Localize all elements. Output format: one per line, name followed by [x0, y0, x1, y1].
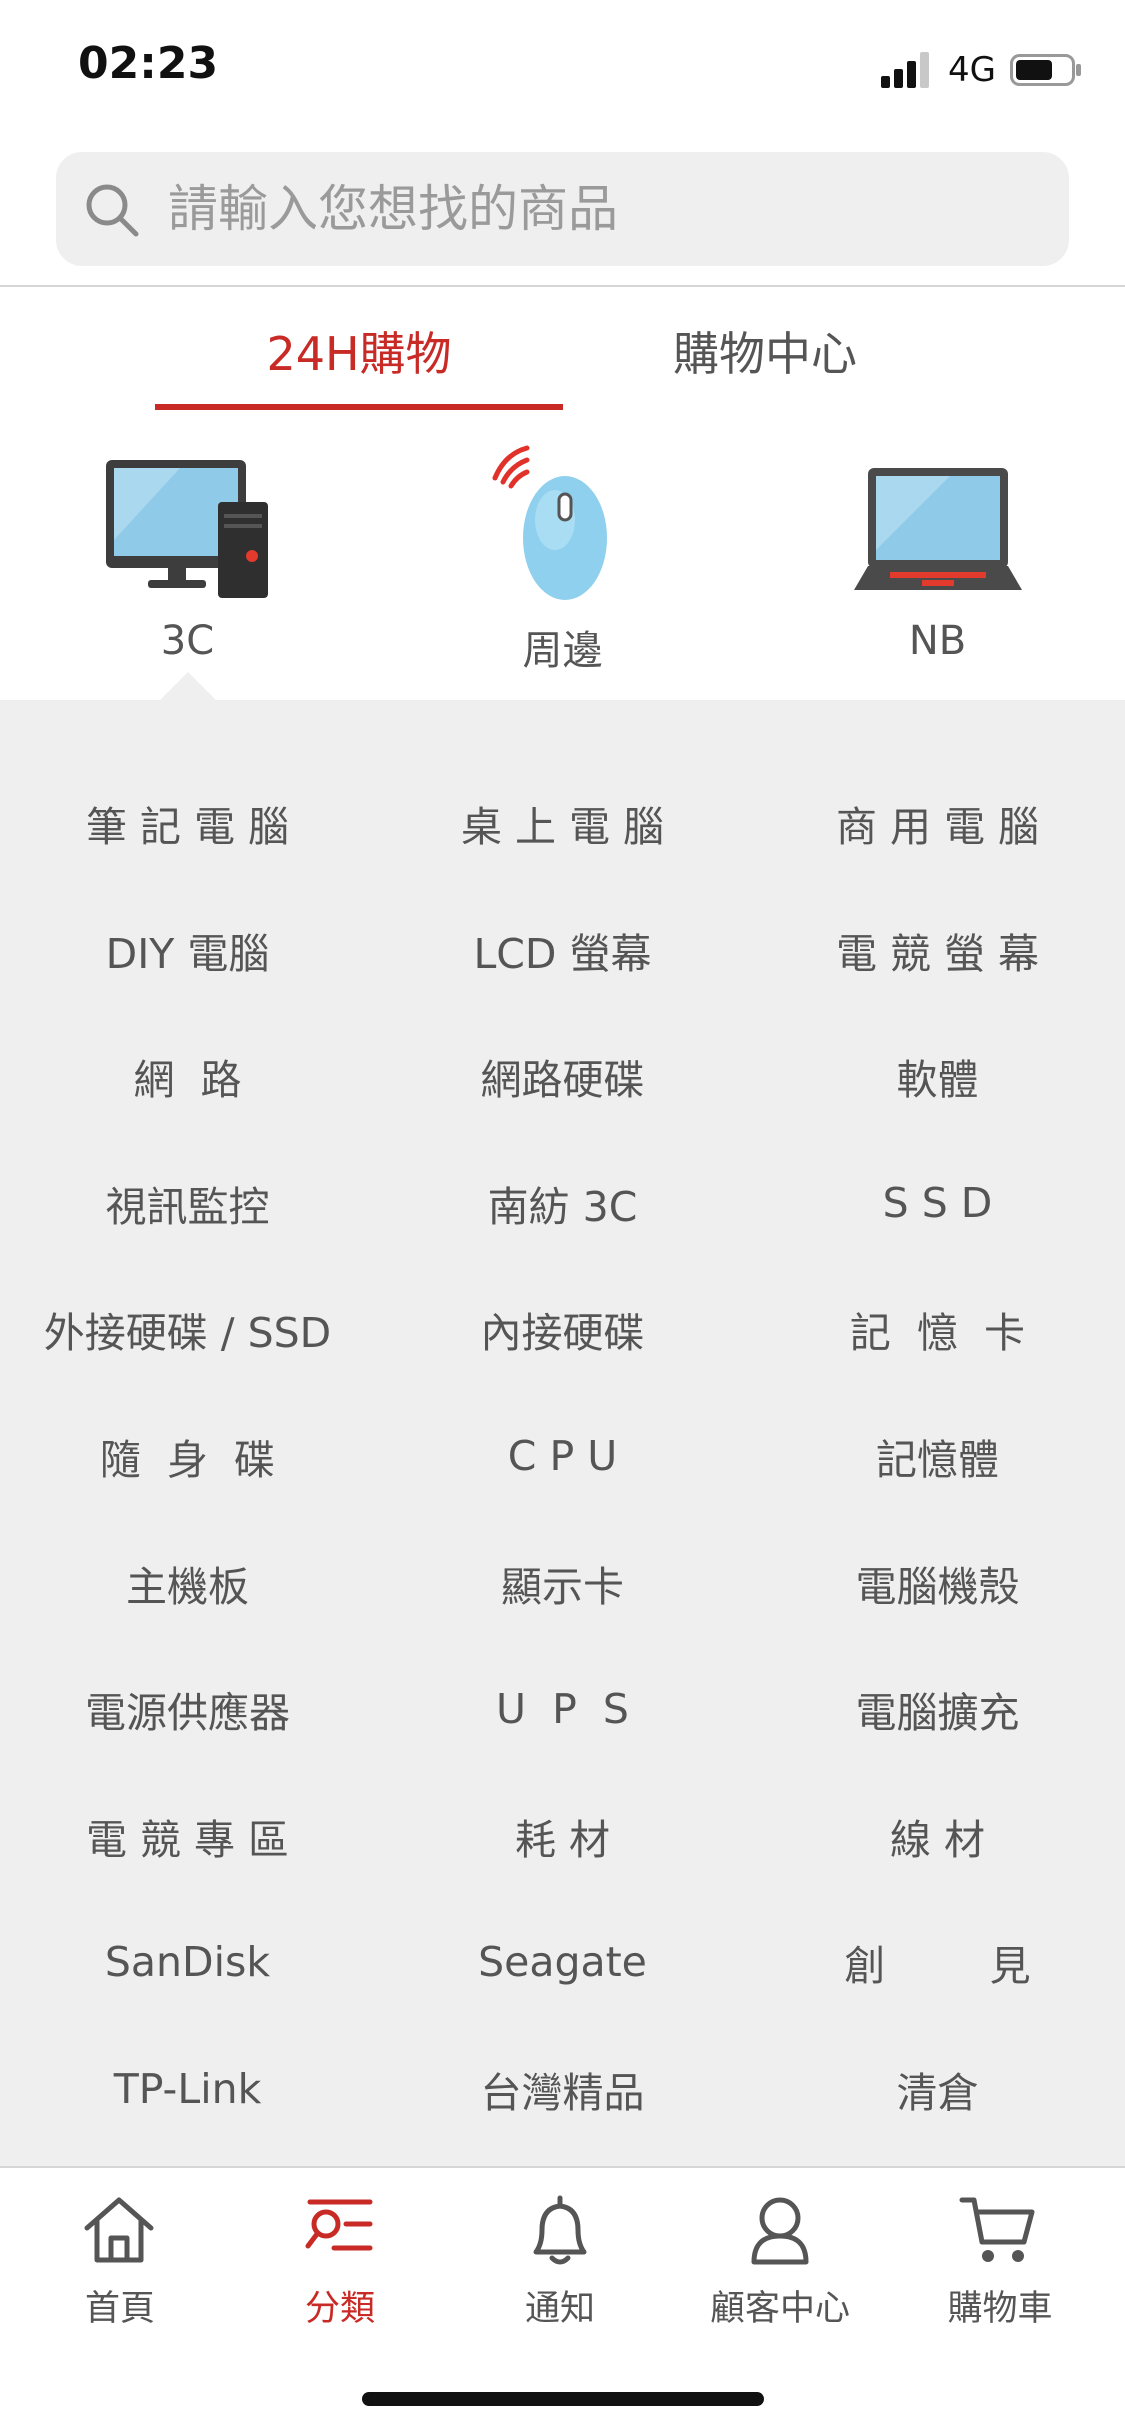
- divider: [0, 2166, 1125, 2168]
- subcategory-item[interactable]: 外接硬碟 / SSD: [0, 1266, 375, 1392]
- selected-category-pointer: [160, 672, 216, 700]
- category-peripherals[interactable]: 周邊: [375, 440, 750, 700]
- signal-icon: [881, 52, 929, 88]
- subcategory-item[interactable]: C P U: [375, 1393, 750, 1519]
- nav-notifications[interactable]: 通知: [440, 2190, 660, 2330]
- subcategory-item[interactable]: 網 路: [0, 1013, 375, 1139]
- subcategory-item[interactable]: 記 憶 卡: [750, 1266, 1125, 1392]
- subcategory-item[interactable]: 內接硬碟: [375, 1266, 750, 1392]
- subcategory-item[interactable]: 隨 身 碟: [0, 1393, 375, 1519]
- subcategory-item[interactable]: Seagate: [375, 1899, 750, 2025]
- battery-icon: [1010, 54, 1081, 86]
- category-nb[interactable]: NB: [750, 440, 1125, 700]
- category-label: 3C: [160, 618, 215, 664]
- subcategory-item[interactable]: 筆 記 電 腦: [0, 760, 375, 886]
- home-icon: [84, 2197, 154, 2263]
- subcategory-item[interactable]: 電源供應器: [0, 1646, 375, 1772]
- subcategory-item[interactable]: 視訊監控: [0, 1140, 375, 1266]
- subcategory-item[interactable]: 電腦機殼: [750, 1520, 1125, 1646]
- nav-customer-center[interactable]: 顧客中心: [660, 2190, 880, 2330]
- subcategory-item[interactable]: 網路硬碟: [375, 1013, 750, 1139]
- status-bar: 02:23 4G: [0, 0, 1125, 140]
- category-label: 周邊: [522, 628, 603, 674]
- nav-label: 購物車: [947, 2289, 1053, 2329]
- subcategory-item[interactable]: 耗 材: [375, 1773, 750, 1899]
- subcategory-item[interactable]: 軟體: [750, 1013, 1125, 1139]
- subcategory-item[interactable]: S S D: [750, 1140, 1125, 1266]
- subcategory-item[interactable]: LCD 螢幕: [375, 887, 750, 1013]
- subcategory-item[interactable]: 主機板: [0, 1520, 375, 1646]
- bell-icon: [533, 2195, 587, 2265]
- status-time: 02:23: [78, 38, 219, 89]
- subcategory-item[interactable]: DIY 電腦: [0, 887, 375, 1013]
- nav-category[interactable]: 分類: [220, 2190, 440, 2330]
- subcategory-item[interactable]: U P S: [375, 1646, 750, 1772]
- tab-24h-shopping[interactable]: 24H購物: [155, 318, 563, 384]
- subcategory-item[interactable]: 桌 上 電 腦: [375, 760, 750, 886]
- user-icon: [751, 2197, 809, 2265]
- subcategory-item[interactable]: 台灣精品: [375, 2026, 750, 2152]
- nav-home[interactable]: 首頁: [0, 2190, 220, 2330]
- subcategory-item[interactable]: 線 材: [750, 1773, 1125, 1899]
- home-indicator: [362, 2392, 764, 2406]
- subcategory-item[interactable]: 商 用 電 腦: [750, 760, 1125, 886]
- subcategory-item[interactable]: 記憶體: [750, 1393, 1125, 1519]
- cart-icon: [959, 2197, 1035, 2262]
- category-icon: [305, 2199, 373, 2251]
- nav-label: 通知: [524, 2289, 595, 2329]
- subcategory-item[interactable]: 電腦擴充: [750, 1646, 1125, 1772]
- search-icon: [86, 184, 139, 237]
- nav-label: 首頁: [84, 2289, 155, 2329]
- active-tab-indicator: [155, 404, 563, 410]
- subcategory-item[interactable]: 南紡 3C: [375, 1140, 750, 1266]
- category-label: NB: [908, 618, 967, 664]
- nav-label: 顧客中心: [709, 2289, 850, 2329]
- subcategory-item[interactable]: TP-Link: [0, 2026, 375, 2152]
- network-type: 4G: [948, 50, 996, 90]
- subcategory-item[interactable]: 電 競 專 區: [0, 1773, 375, 1899]
- divider: [0, 285, 1125, 287]
- desktop-computer-icon: [106, 460, 268, 598]
- search-bar[interactable]: [56, 152, 1069, 266]
- category-3c[interactable]: 3C: [0, 440, 375, 700]
- tab-shopping-center[interactable]: 購物中心: [561, 318, 969, 384]
- subcategory-item[interactable]: 清倉: [750, 2026, 1125, 2152]
- laptop-icon: [854, 468, 1022, 590]
- subcategory-item[interactable]: 創 見: [750, 1899, 1125, 2025]
- nav-cart[interactable]: 購物車: [880, 2190, 1100, 2330]
- search-input[interactable]: [168, 176, 1028, 242]
- wireless-mouse-icon: [492, 445, 607, 600]
- subcategory-item[interactable]: 電 競 螢 幕: [750, 887, 1125, 1013]
- subcategory-item[interactable]: SanDisk: [0, 1899, 375, 2025]
- subcategory-item[interactable]: 顯示卡: [375, 1520, 750, 1646]
- nav-label: 分類: [304, 2289, 375, 2329]
